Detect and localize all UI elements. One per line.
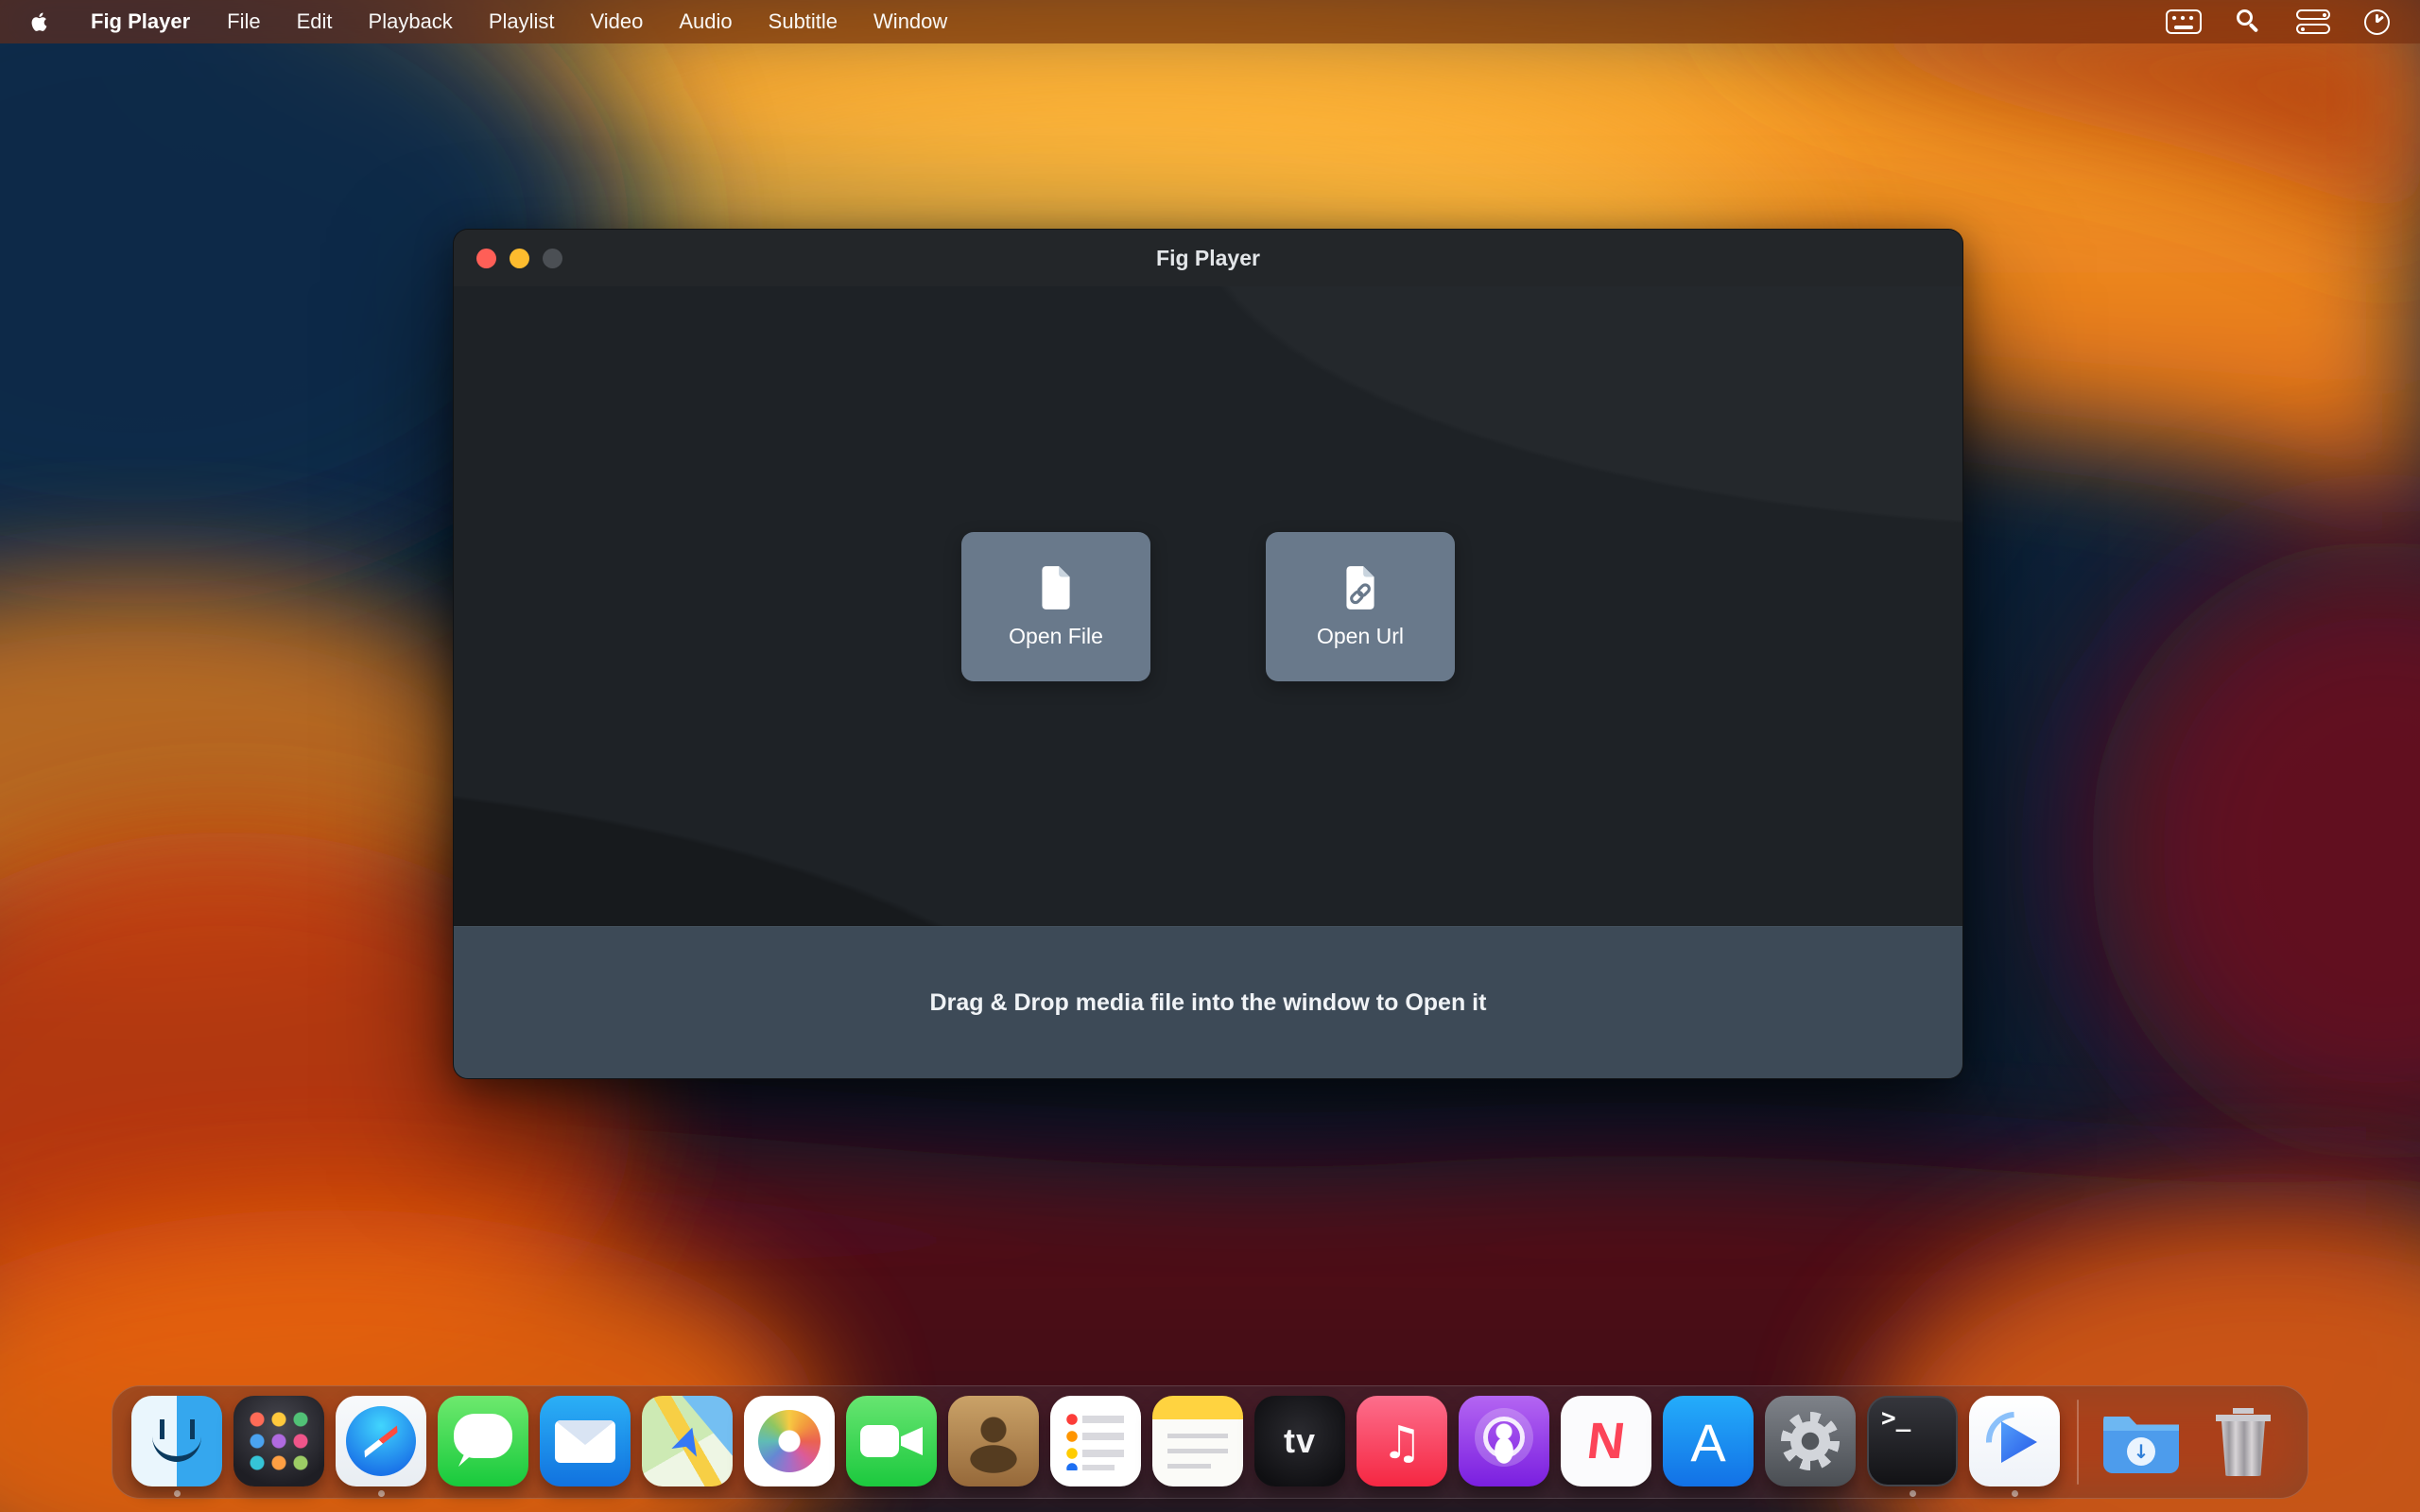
clock-icon[interactable] (2364, 9, 2390, 35)
window-content: Open File Open Url (454, 286, 1962, 926)
dock-item-downloads[interactable] (2090, 1386, 2192, 1498)
control-center-toggle-top (2296, 9, 2330, 20)
tv-icon (1254, 1396, 1345, 1486)
dock-item-podcasts[interactable] (1453, 1386, 1555, 1498)
news-icon (1561, 1396, 1651, 1486)
podcasts-icon (1459, 1396, 1549, 1486)
dock (112, 1385, 2308, 1499)
safari-icon (336, 1396, 426, 1486)
zoom-button[interactable] (543, 249, 562, 268)
dock-item-launchpad[interactable] (228, 1386, 330, 1498)
menu-app-name[interactable]: Fig Player (72, 9, 209, 34)
reminders-icon (1050, 1396, 1141, 1486)
music-icon (1357, 1396, 1447, 1486)
apple-menu[interactable] (0, 9, 72, 35)
control-center-toggle-bottom (2296, 24, 2330, 34)
open-file-button[interactable]: Open File (961, 532, 1150, 681)
dock-item-photos[interactable] (738, 1386, 840, 1498)
dock-item-contacts[interactable] (942, 1386, 1045, 1498)
dock-item-figplayer[interactable] (1963, 1386, 2066, 1498)
dock-item-facetime[interactable] (840, 1386, 942, 1498)
dock-item-notes[interactable] (1147, 1386, 1249, 1498)
finder-icon (131, 1396, 222, 1486)
downloads-icon (2096, 1396, 2187, 1486)
apple-icon (28, 9, 51, 35)
contacts-icon (948, 1396, 1039, 1486)
menu-item-edit[interactable]: Edit (279, 9, 351, 34)
menu-item-audio[interactable]: Audio (661, 9, 750, 34)
terminal-icon (1867, 1396, 1958, 1486)
running-indicator (1910, 1490, 1916, 1497)
open-url-button[interactable]: Open Url (1266, 532, 1455, 681)
traffic-lights (476, 230, 562, 286)
dock-item-reminders[interactable] (1045, 1386, 1147, 1498)
open-file-label: Open File (1009, 624, 1103, 649)
trash-icon (2198, 1396, 2289, 1486)
dock-item-news[interactable] (1555, 1386, 1657, 1498)
menu-item-video[interactable]: Video (573, 9, 662, 34)
running-indicator (378, 1490, 385, 1497)
app-window: Fig Player Open File Open Url Drag & Dro… (453, 229, 1963, 1079)
control-center-icon[interactable] (2296, 9, 2330, 34)
dock-item-tv[interactable] (1249, 1386, 1351, 1498)
menu-status-area (2166, 9, 2420, 35)
drop-zone: Drag & Drop media file into the window t… (454, 926, 1962, 1078)
menu-bar: Fig Player FileEditPlaybackPlaylistVideo… (0, 0, 2420, 43)
figplayer-icon (1969, 1396, 2060, 1486)
menu-item-playback[interactable]: Playback (351, 9, 471, 34)
document-icon (1036, 564, 1076, 611)
maps-icon (642, 1396, 733, 1486)
mail-icon (540, 1396, 631, 1486)
appstore-icon (1663, 1396, 1754, 1486)
dock-item-trash[interactable] (2192, 1386, 2294, 1498)
spotlight-search-icon[interactable] (2236, 9, 2262, 35)
dock-item-settings[interactable] (1759, 1386, 1861, 1498)
window-title: Fig Player (1156, 246, 1260, 271)
document-link-icon (1340, 564, 1380, 611)
dock-item-mail[interactable] (534, 1386, 636, 1498)
menu-item-file[interactable]: File (209, 9, 278, 34)
dock-item-appstore[interactable] (1657, 1386, 1759, 1498)
dock-separator (2077, 1400, 2079, 1485)
drop-hint-text: Drag & Drop media file into the window t… (930, 989, 1487, 1017)
running-indicator (2012, 1490, 2018, 1497)
messages-icon (438, 1396, 528, 1486)
dock-apps (126, 1386, 2066, 1498)
dock-item-terminal[interactable] (1861, 1386, 1963, 1498)
close-button[interactable] (476, 249, 496, 268)
facetime-icon (846, 1396, 937, 1486)
photos-icon (744, 1396, 835, 1486)
dock-item-maps[interactable] (636, 1386, 738, 1498)
dock-item-messages[interactable] (432, 1386, 534, 1498)
menu-items: FileEditPlaybackPlaylistVideoAudioSubtit… (209, 9, 965, 34)
menu-item-subtitle[interactable]: Subtitle (751, 9, 856, 34)
dock-item-finder[interactable] (126, 1386, 228, 1498)
menu-item-window[interactable]: Window (856, 9, 965, 34)
input-source-icon[interactable] (2166, 9, 2202, 34)
dock-item-music[interactable] (1351, 1386, 1453, 1498)
settings-icon (1765, 1396, 1856, 1486)
open-url-label: Open Url (1317, 624, 1404, 649)
notes-icon (1152, 1396, 1243, 1486)
running-indicator (174, 1490, 181, 1497)
dock-item-safari[interactable] (330, 1386, 432, 1498)
dock-extras (2090, 1386, 2294, 1498)
minimize-button[interactable] (510, 249, 529, 268)
menu-item-playlist[interactable]: Playlist (471, 9, 573, 34)
window-titlebar[interactable]: Fig Player (454, 230, 1962, 286)
launchpad-icon (233, 1396, 324, 1486)
